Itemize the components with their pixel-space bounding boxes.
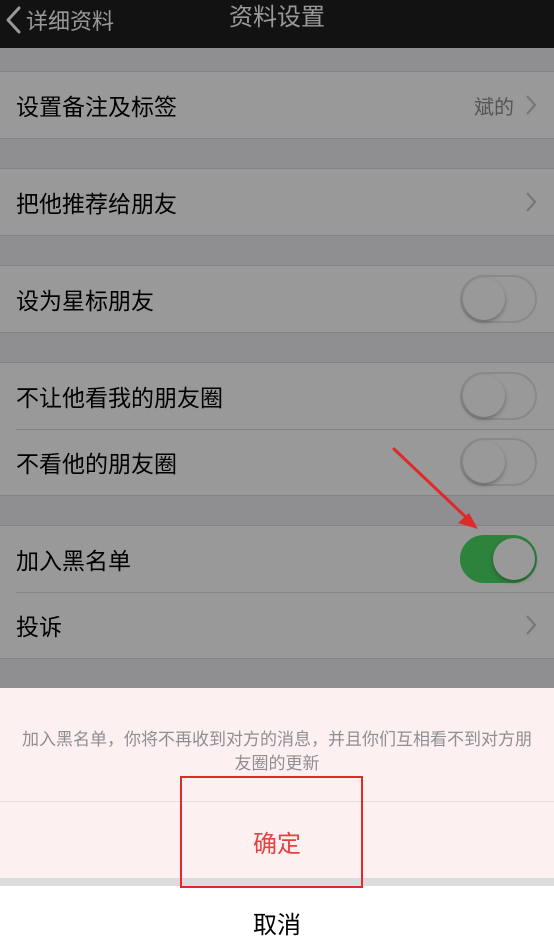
cancel-button[interactable]: 取消 bbox=[0, 886, 554, 948]
annotation-highlight-box bbox=[180, 776, 363, 888]
annotation-arrow-icon bbox=[392, 447, 478, 529]
